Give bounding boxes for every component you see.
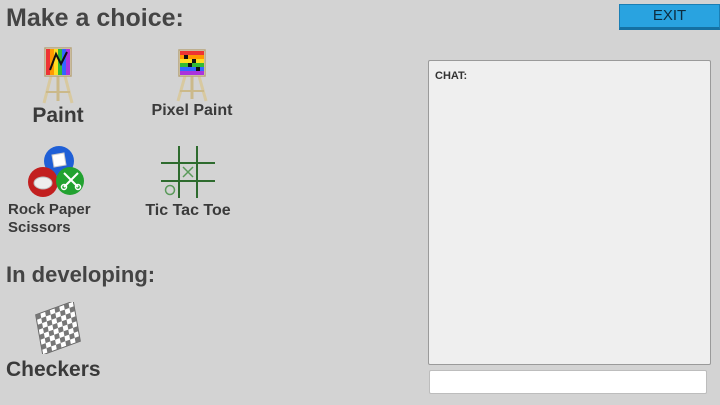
game-checkers[interactable]: Checkers	[6, 302, 116, 386]
game-label: Rock Paper Scissors	[8, 201, 91, 236]
game-label: Pixel Paint	[151, 102, 233, 119]
game-label: Checkers	[6, 358, 101, 381]
game-rock-paper-scissors[interactable]: Rock Paper Scissors	[8, 145, 118, 241]
game-paint[interactable]: Paint	[22, 46, 94, 130]
game-label: Tic Tac Toe	[145, 202, 231, 219]
game-pixel-paint[interactable]: Pixel Paint	[146, 48, 238, 128]
checkers-board-icon	[35, 302, 81, 354]
exit-button-label: EXIT	[652, 7, 687, 24]
rock-paper-scissors-icon	[28, 146, 84, 197]
chat-input[interactable]	[429, 370, 707, 394]
in-developing-heading: In developing:	[6, 262, 156, 287]
exit-button[interactable]: EXIT	[619, 4, 720, 30]
easel-pixel-paint-icon	[176, 49, 208, 102]
easel-paint-icon	[42, 47, 74, 104]
chat-panel: CHAT:	[428, 60, 711, 365]
tic-tac-toe-icon	[161, 146, 215, 198]
page-title: Make a choice:	[6, 4, 184, 32]
chat-label: CHAT:	[435, 70, 468, 82]
game-label: Paint	[32, 104, 84, 127]
game-tic-tac-toe[interactable]: Tic Tac Toe	[140, 144, 236, 224]
